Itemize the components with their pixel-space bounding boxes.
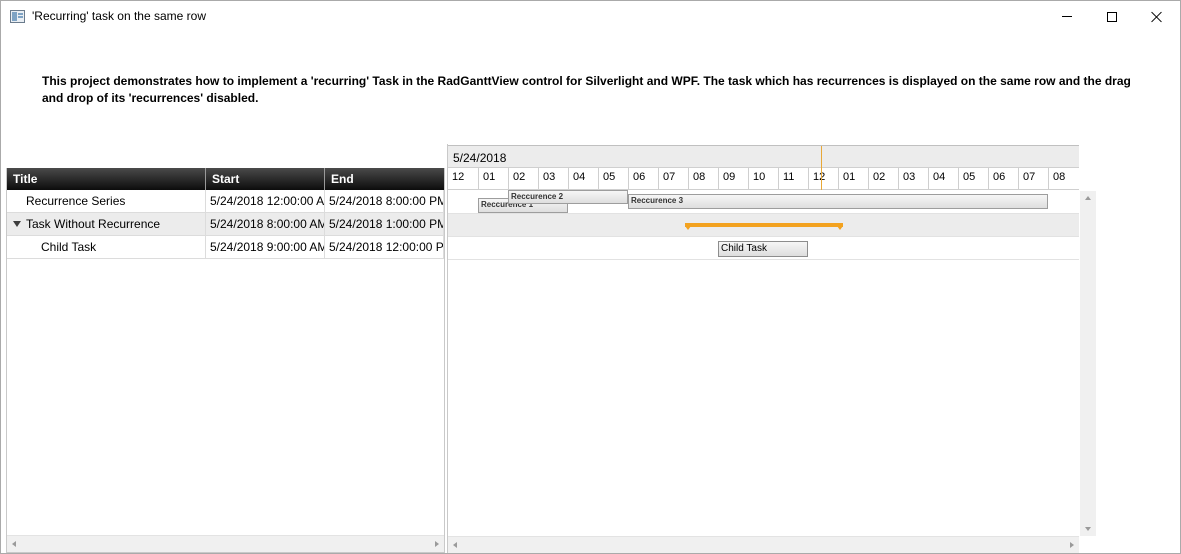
hour-tick: 08 (688, 168, 718, 190)
hour-tick: 05 (958, 168, 988, 190)
cell-title: Child Task (7, 236, 206, 259)
summary-task-bar[interactable] (685, 223, 843, 230)
cell-title: Recurrence Series (7, 190, 206, 213)
cell-start: 5/24/2018 9:00:00 AM (206, 236, 325, 259)
maximize-button[interactable] (1089, 1, 1135, 32)
scroll-up-icon[interactable] (1085, 196, 1091, 200)
hour-tick: 03 (538, 168, 568, 190)
child-task-bar[interactable]: Child Task (718, 241, 808, 257)
minimize-icon (1062, 16, 1072, 17)
hour-tick: 04 (568, 168, 598, 190)
close-icon (1151, 11, 1163, 23)
title-bar[interactable]: 'Recurring' task on the same row (1, 1, 1180, 32)
hour-tick: 08 (1048, 168, 1078, 190)
hour-tick: 11 (778, 168, 808, 190)
scroll-left-icon[interactable] (12, 541, 16, 547)
hour-tick: 02 (508, 168, 538, 190)
current-time-line (821, 146, 822, 190)
cell-start: 5/24/2018 8:00:00 AM (206, 213, 325, 236)
gantt-timeline: 5/24/2018 12 01 02 03 04 05 06 07 08 09 10 11 12 01 02… (447, 144, 1096, 553)
cell-title: Task Without Recurrence (7, 213, 206, 236)
cell-end: 5/24/2018 8:00:00 PM (325, 190, 444, 213)
grid-row[interactable]: Recurrence Series 5/24/2018 12:00:00 A 5… (7, 190, 444, 213)
maximize-icon (1107, 11, 1117, 22)
grid-horizontal-scrollbar[interactable] (7, 535, 444, 552)
hour-tick: 03 (898, 168, 928, 190)
hour-tick: 04 (928, 168, 958, 190)
hour-tick: 12 (452, 171, 465, 183)
hour-tick: 10 (748, 168, 778, 190)
minimize-button[interactable] (1044, 1, 1090, 32)
window-title: 'Recurring' task on the same row (32, 9, 206, 23)
scroll-left-icon[interactable] (453, 542, 457, 548)
scroll-right-icon[interactable] (1070, 542, 1074, 548)
column-header-start[interactable]: Start (206, 168, 325, 190)
timeline-horizontal-scrollbar[interactable] (448, 536, 1079, 553)
scroll-right-icon[interactable] (435, 541, 439, 547)
hour-tick: 02 (868, 168, 898, 190)
hour-tick: 07 (1018, 168, 1048, 190)
app-icon (10, 10, 25, 23)
cell-end: 5/24/2018 12:00:00 P (325, 236, 444, 259)
app-window: 'Recurring' task on the same row This pr… (0, 0, 1181, 554)
timeline-date-header: 5/24/2018 (448, 145, 1079, 167)
column-header-end[interactable]: End (325, 168, 444, 190)
recurrence-bar[interactable]: Reccurence 3 (628, 194, 1048, 209)
recurrence-bar[interactable]: Reccurence 2 (508, 190, 628, 204)
gantt-grid: Title Start End Recurrence Series 5/24/2… (6, 168, 445, 553)
hour-tick: 01 (838, 168, 868, 190)
hour-tick: 12 (808, 168, 838, 190)
timeline-hour-header: 12 01 02 03 04 05 06 07 08 09 10 11 12 01 02 03 04 05 06 07… (448, 167, 1079, 190)
close-button[interactable] (1134, 1, 1180, 32)
timeline-body[interactable]: Reccurence 1 Reccurence 2 Reccurence 3 C… (448, 190, 1079, 536)
description-text: This project demonstrates how to impleme… (42, 74, 1131, 105)
hour-tick: 06 (988, 168, 1018, 190)
timeline-row: Reccurence 1 Reccurence 2 Reccurence 3 (448, 190, 1079, 214)
hour-tick: 06 (628, 168, 658, 190)
cell-start: 5/24/2018 12:00:00 A (206, 190, 325, 213)
scroll-down-icon[interactable] (1085, 527, 1091, 531)
hour-tick: 05 (598, 168, 628, 190)
grid-row[interactable]: Child Task 5/24/2018 9:00:00 AM 5/24/201… (7, 236, 444, 259)
column-header-title[interactable]: Title (7, 168, 206, 190)
cell-end: 5/24/2018 1:00:00 PM (325, 213, 444, 236)
hour-tick: 07 (658, 168, 688, 190)
hour-tick: 01 (478, 168, 508, 190)
grid-header: Title Start End (7, 168, 444, 190)
hour-tick: 09 (718, 168, 748, 190)
grid-row[interactable]: Task Without Recurrence 5/24/2018 8:00:0… (7, 213, 444, 236)
timeline-vertical-scrollbar[interactable] (1080, 191, 1096, 536)
